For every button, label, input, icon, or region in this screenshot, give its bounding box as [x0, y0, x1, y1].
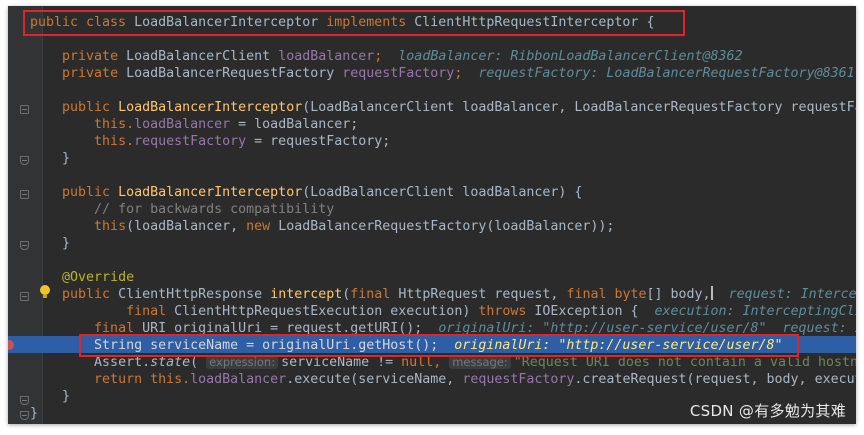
- code-line-comment[interactable]: // for backwards compatibility: [30, 201, 856, 218]
- debug-inline-value: loadBalancer: RibbonLoadBalancerClient@8…: [398, 49, 743, 64]
- debug-inline-value: request: InterceptingClientHttpRequest: [728, 287, 856, 302]
- code-line[interactable]: this.loadBalancer = loadBalancer;: [30, 116, 856, 133]
- brace: }: [62, 389, 71, 404]
- keyword: this.: [94, 134, 135, 149]
- fold-icon[interactable]: [20, 396, 29, 405]
- statement: LoadBalancerRequestFactory(loadBalancer)…: [278, 219, 615, 234]
- brace: }: [62, 151, 71, 166]
- string-literal: "Request URI does not contain a valid ho…: [513, 355, 856, 370]
- code-line[interactable]: }: [30, 235, 856, 252]
- brace: }: [30, 406, 39, 421]
- code-line[interactable]: this(loadBalancer, new LoadBalancerReque…: [30, 218, 856, 235]
- class-name: Assert.: [94, 355, 151, 370]
- keyword: throws: [478, 304, 535, 319]
- watermark: CSDN @有多勉为其难: [689, 402, 846, 420]
- code-editor[interactable]: public class LoadBalancerInterceptor imp…: [8, 6, 856, 424]
- keyword: final: [566, 287, 615, 302]
- parameter: [] body,: [646, 287, 711, 302]
- parameters: (LoadBalancerClient loadBalancer, LoadBa…: [302, 100, 856, 115]
- code-line[interactable]: }: [30, 150, 856, 167]
- keyword: public: [62, 287, 119, 302]
- keyword: new: [246, 219, 279, 234]
- statement: = loadBalancer;: [230, 117, 359, 132]
- keyword: public: [62, 100, 119, 115]
- code-line-constructor-1[interactable]: public LoadBalancerInterceptor(LoadBalan…: [30, 99, 856, 116]
- keyword: null: [401, 355, 434, 370]
- field-name: requestFactory: [462, 372, 575, 387]
- field-name: loadBalancer: [278, 49, 375, 64]
- parameter: ClientHttpRequestExecution execution): [174, 304, 479, 319]
- field-name: requestFactory: [134, 134, 247, 149]
- method-name: state: [150, 355, 191, 370]
- statement: (loadBalancer,: [126, 219, 247, 234]
- statement: .createRequest(request, body, execution)…: [574, 372, 856, 387]
- field-name: requestFactory: [342, 66, 455, 81]
- keyword: return this.: [94, 372, 191, 387]
- method-name: intercept: [270, 287, 343, 302]
- fold-icon[interactable]: [20, 190, 29, 199]
- keyword: private: [62, 49, 127, 64]
- fold-icon[interactable]: [20, 292, 29, 301]
- code-line-field-requestfactory[interactable]: private LoadBalancerRequestFactory reque…: [30, 65, 856, 82]
- fold-icon[interactable]: [20, 105, 29, 114]
- code-line-return[interactable]: return this.loadBalancer.execute(service…: [30, 371, 856, 388]
- code-line-annotation[interactable]: @Override: [30, 269, 856, 286]
- keyword: final: [350, 287, 399, 302]
- fold-icon[interactable]: [20, 241, 29, 250]
- brace: }: [62, 236, 71, 251]
- type-name: LoadBalancerClient: [126, 49, 279, 64]
- fold-icon[interactable]: [20, 411, 29, 420]
- keyword: byte: [614, 287, 647, 302]
- debug-inline-value: execution: InterceptingClientHttpRequest…: [654, 304, 856, 319]
- highlight-box-class-declaration: [23, 10, 685, 36]
- debug-inline-value: requestFactory: LoadBalancerRequestFacto…: [478, 66, 855, 81]
- parameters: (LoadBalancerClient loadBalancer) {: [302, 185, 583, 200]
- parameter: HttpRequest request,: [398, 287, 567, 302]
- code-line[interactable]: final ClientHttpRequestExecution executi…: [30, 303, 856, 320]
- fold-icon[interactable]: [20, 156, 29, 165]
- method-name: LoadBalancerInterceptor: [118, 185, 303, 200]
- highlight-box-service-name: [79, 334, 799, 357]
- text-cursor: [710, 286, 713, 300]
- argument: serviceName !=: [281, 355, 402, 370]
- comma: ,: [433, 355, 450, 370]
- exception: IOException {: [534, 304, 639, 319]
- parameter-hint: expression:: [206, 355, 279, 369]
- parameter-hint: message:: [449, 355, 511, 369]
- comment: // for backwards compatibility: [94, 202, 335, 217]
- code-line-constructor-2[interactable]: public LoadBalancerInterceptor(LoadBalan…: [30, 184, 856, 201]
- keyword: public: [62, 185, 119, 200]
- code-line-intercept-signature[interactable]: public ClientHttpResponse intercept(fina…: [30, 286, 856, 303]
- keyword: private: [62, 66, 127, 81]
- annotation: @Override: [62, 270, 135, 285]
- keyword: this: [94, 219, 127, 234]
- keyword: this.: [94, 117, 135, 132]
- statement: .execute(serviceName,: [286, 372, 463, 387]
- code-line-field-loadbalancer[interactable]: private LoadBalancerClient loadBalancer;…: [30, 48, 856, 65]
- type-name: LoadBalancerRequestFactory: [126, 66, 343, 81]
- field-name: loadBalancer: [134, 117, 231, 132]
- code-line[interactable]: this.requestFactory = requestFactory;: [30, 133, 856, 150]
- keyword: final: [126, 304, 175, 319]
- semicolon: ;: [454, 66, 463, 81]
- semicolon: ;: [374, 49, 383, 64]
- statement: = requestFactory;: [246, 134, 391, 149]
- paren: (: [190, 355, 199, 370]
- method-name: LoadBalancerInterceptor: [118, 100, 303, 115]
- type-name: ClientHttpResponse: [118, 287, 271, 302]
- field-name: loadBalancer: [190, 372, 287, 387]
